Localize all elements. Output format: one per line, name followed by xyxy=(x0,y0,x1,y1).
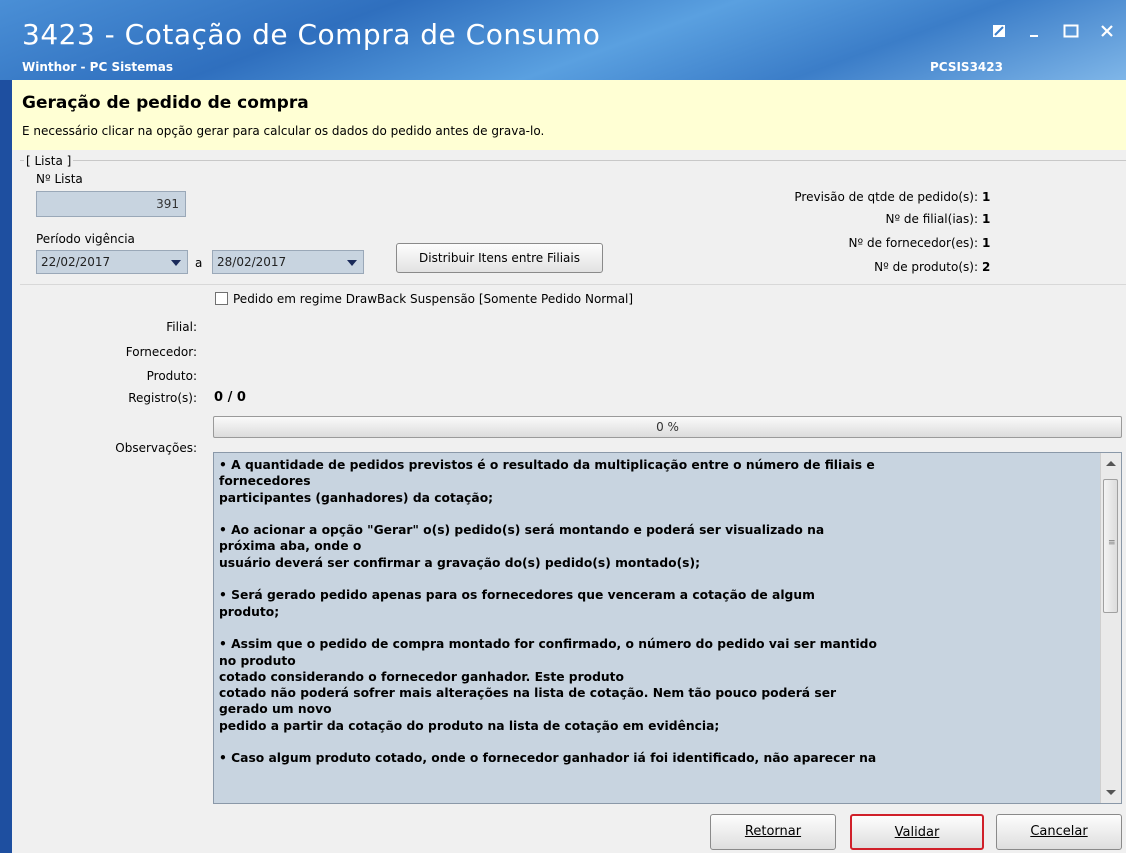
banner-message: E necessário clicar na opção gerar para … xyxy=(22,124,545,138)
observacoes-text: • A quantidade de pedidos previstos é o … xyxy=(219,458,877,766)
stat-value: 1 xyxy=(982,212,991,226)
grip-icon: ≡ xyxy=(1108,538,1116,548)
fornecedor-label: Fornecedor: xyxy=(125,345,197,359)
produto-label: Produto: xyxy=(146,369,197,383)
cancelar-label: Cancelar xyxy=(1030,824,1088,839)
stat-label: Nº de produto(s): xyxy=(874,260,978,274)
stat-value: 1 xyxy=(982,236,991,250)
validar-button[interactable]: Validar xyxy=(850,814,984,850)
registros-label: Registro(s): xyxy=(128,391,197,405)
retornar-button[interactable]: Retornar xyxy=(710,814,836,850)
drawback-checkbox[interactable] xyxy=(215,292,228,305)
scroll-down-icon[interactable] xyxy=(1106,790,1116,795)
validar-label: Validar xyxy=(894,825,940,840)
stat-label: Nº de filial(ias): xyxy=(885,212,978,226)
program-code: PCSIS3423 xyxy=(930,60,1003,74)
stat-produtos: Nº de produto(s): 2 xyxy=(874,260,992,274)
distribuir-button[interactable]: Distribuir Itens entre Filiais xyxy=(396,243,603,273)
stat-value: 2 xyxy=(982,260,991,274)
stat-filiais: Nº de filial(ias): 1 xyxy=(885,212,992,226)
drawback-label[interactable]: Pedido em regime DrawBack Suspensão [Som… xyxy=(233,292,633,306)
filial-label: Filial: xyxy=(166,320,197,334)
date-to-field[interactable]: 28/02/2017 xyxy=(212,250,364,274)
progress-bar: 0 % xyxy=(213,416,1122,438)
stat-previsao: Previsão de qtde de pedido(s): 1 xyxy=(794,190,992,204)
observacoes-label: Observações: xyxy=(115,441,197,455)
progress-text: 0 % xyxy=(656,420,679,434)
left-border xyxy=(0,80,12,853)
window-controls xyxy=(990,24,1116,42)
lista-group-border xyxy=(20,160,1126,161)
vertical-scrollbar[interactable]: ≡ xyxy=(1100,453,1121,803)
main-window: 3423 - Cotação de Compra de Consumo Wint… xyxy=(0,0,1126,853)
stat-fornecedores: Nº de fornecedor(es): 1 xyxy=(849,236,992,250)
dropdown-arrow-icon[interactable] xyxy=(347,260,357,266)
cancelar-button[interactable]: Cancelar xyxy=(996,814,1122,850)
observacoes-memo[interactable]: • A quantidade de pedidos previstos é o … xyxy=(213,452,1122,804)
dropdown-arrow-icon[interactable] xyxy=(171,260,181,266)
title-bar[interactable]: 3423 - Cotação de Compra de Consumo Wint… xyxy=(0,0,1126,80)
retornar-label: Retornar xyxy=(744,824,802,839)
date-from-value: 22/02/2017 xyxy=(41,255,111,269)
num-lista-label: Nº Lista xyxy=(36,172,83,186)
date-from-field[interactable]: 22/02/2017 xyxy=(36,250,188,274)
stat-label: Nº de fornecedor(es): xyxy=(848,236,978,250)
info-banner: Geração de pedido de compra E necessário… xyxy=(12,80,1126,150)
scroll-up-icon[interactable] xyxy=(1106,461,1116,466)
banner-heading: Geração de pedido de compra xyxy=(22,93,309,113)
scroll-thumb[interactable]: ≡ xyxy=(1103,479,1118,613)
date-separator: a xyxy=(195,256,203,270)
lista-group-label: [ Lista ] xyxy=(24,154,74,168)
stat-value: 1 xyxy=(982,190,991,204)
close-icon[interactable] xyxy=(1098,24,1116,42)
stat-label: Previsão de qtde de pedido(s): xyxy=(794,190,978,204)
restore-icon[interactable] xyxy=(990,24,1008,42)
periodo-label: Período vigência xyxy=(36,232,135,246)
num-lista-field[interactable]: 391 xyxy=(36,191,186,217)
date-to-value: 28/02/2017 xyxy=(217,255,287,269)
section-divider xyxy=(20,284,1126,285)
minimize-icon[interactable] xyxy=(1026,24,1044,42)
window-title: 3423 - Cotação de Compra de Consumo xyxy=(22,18,601,51)
registros-value: 0 / 0 xyxy=(214,390,246,405)
maximize-icon[interactable] xyxy=(1062,24,1080,42)
window-subtitle: Winthor - PC Sistemas xyxy=(22,60,173,74)
